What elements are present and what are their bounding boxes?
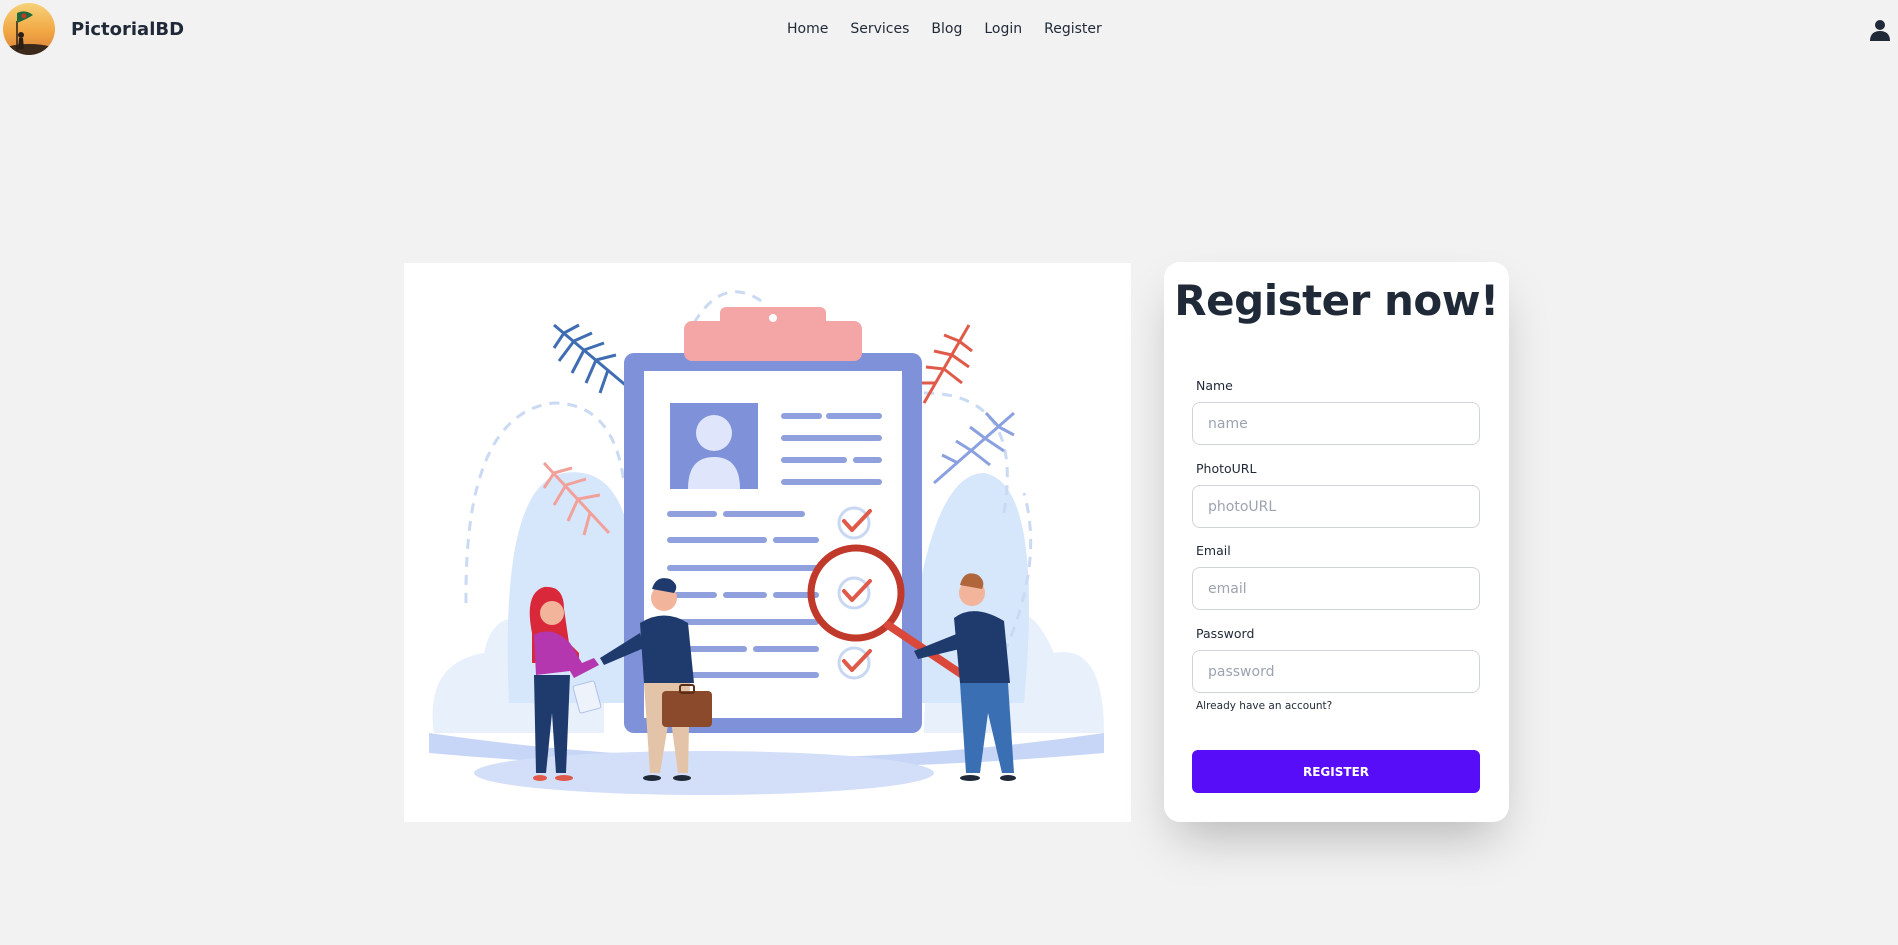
login-link[interactable]: Already have an account? [1196,700,1332,712]
nav-link-login[interactable]: Login [973,21,1033,37]
resume-review-illustration [429,290,1104,795]
password-input[interactable] [1192,650,1480,693]
password-label: Password [1196,626,1255,641]
brand-logo-icon [3,3,55,55]
register-button[interactable]: REGISTER [1192,750,1480,793]
form-title: Register now! [1174,276,1499,325]
user-icon[interactable] [1868,18,1892,42]
nav-link-register[interactable]: Register [1033,21,1113,37]
name-label: Name [1196,378,1233,393]
name-input[interactable] [1192,402,1480,445]
navbar: PictorialBD Home Services Blog Login Reg… [0,0,1898,60]
main-nav: Home Services Blog Login Register [784,21,1113,37]
photourl-input[interactable] [1192,485,1480,528]
photourl-label: PhotoURL [1196,461,1257,476]
email-label: Email [1196,543,1231,558]
nav-link-home[interactable]: Home [784,21,839,37]
nav-link-blog[interactable]: Blog [920,21,973,37]
register-form: Register now! Name PhotoURL Email Passwo… [1164,262,1509,822]
brand-name: PictorialBD [71,18,185,40]
brand-logo-link[interactable]: PictorialBD [3,3,184,55]
nav-link-services[interactable]: Services [839,21,920,37]
hero-illustration [404,263,1131,822]
email-input[interactable] [1192,567,1480,610]
